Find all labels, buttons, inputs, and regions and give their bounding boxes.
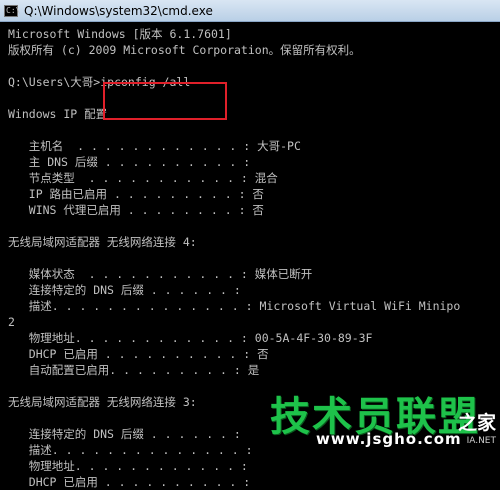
console-line: 无线局域网适配器 无线网络连接 4: xyxy=(8,235,197,249)
console-line: DHCP 已启用 . . . . . . . . . . : 否 xyxy=(8,347,269,361)
console-line: 主机名 . . . . . . . . . . . . : 大哥-PC xyxy=(8,139,301,153)
console-line: WINS 代理已启用 . . . . . . . . : 否 xyxy=(8,203,264,217)
console-line: Windows IP 配置 xyxy=(8,107,108,121)
console-line: 无线局域网适配器 无线网络连接 3: xyxy=(8,395,197,409)
console-line: 连接特定的 DNS 后缀 . . . . . . : xyxy=(8,427,241,441)
console-line: 自动配置已启用. . . . . . . . . : 是 xyxy=(8,363,260,377)
title-bar[interactable]: C:\ Q:\Windows\system32\cmd.exe xyxy=(0,0,500,22)
console-line: 描述. . . . . . . . . . . . . . : xyxy=(8,443,253,457)
console-line: 描述. . . . . . . . . . . . . . : Microsof… xyxy=(8,299,461,313)
console-line: 版权所有 (c) 2009 Microsoft Corporation。保留所有… xyxy=(8,43,361,57)
cmd-icon: C:\ xyxy=(4,4,21,17)
console-line: IP 路由已启用 . . . . . . . . . : 否 xyxy=(8,187,264,201)
console-line: 物理地址. . . . . . . . . . . . : 00-5A-4F-3… xyxy=(8,331,373,345)
site-watermark: 技术员联盟 之家 www.jsgho.com IA.NET xyxy=(256,384,496,450)
console-line: 2 xyxy=(8,315,15,329)
watermark-small: IA.NET xyxy=(466,436,496,446)
watermark-url: www.jsgho.com xyxy=(316,430,462,448)
console-line: 媒体状态 . . . . . . . . . . . : 媒体已断开 xyxy=(8,267,313,281)
watermark-side-text: 之家 xyxy=(457,412,496,434)
console-line: 物理地址. . . . . . . . . . . . : xyxy=(8,459,248,473)
window-title: Q:\Windows\system32\cmd.exe xyxy=(24,3,213,18)
command-highlight-box xyxy=(103,82,227,120)
console-line: 节点类型 . . . . . . . . . . . : 混合 xyxy=(8,171,278,185)
console-line: Microsoft Windows [版本 6.1.7601] xyxy=(8,27,232,41)
console-line: 连接特定的 DNS 后缀 . . . . . . : xyxy=(8,283,241,297)
console-line: 主 DNS 后缀 . . . . . . . . . . : xyxy=(8,155,251,169)
console-line: DHCP 已启用 . . . . . . . . . . : xyxy=(8,475,251,489)
